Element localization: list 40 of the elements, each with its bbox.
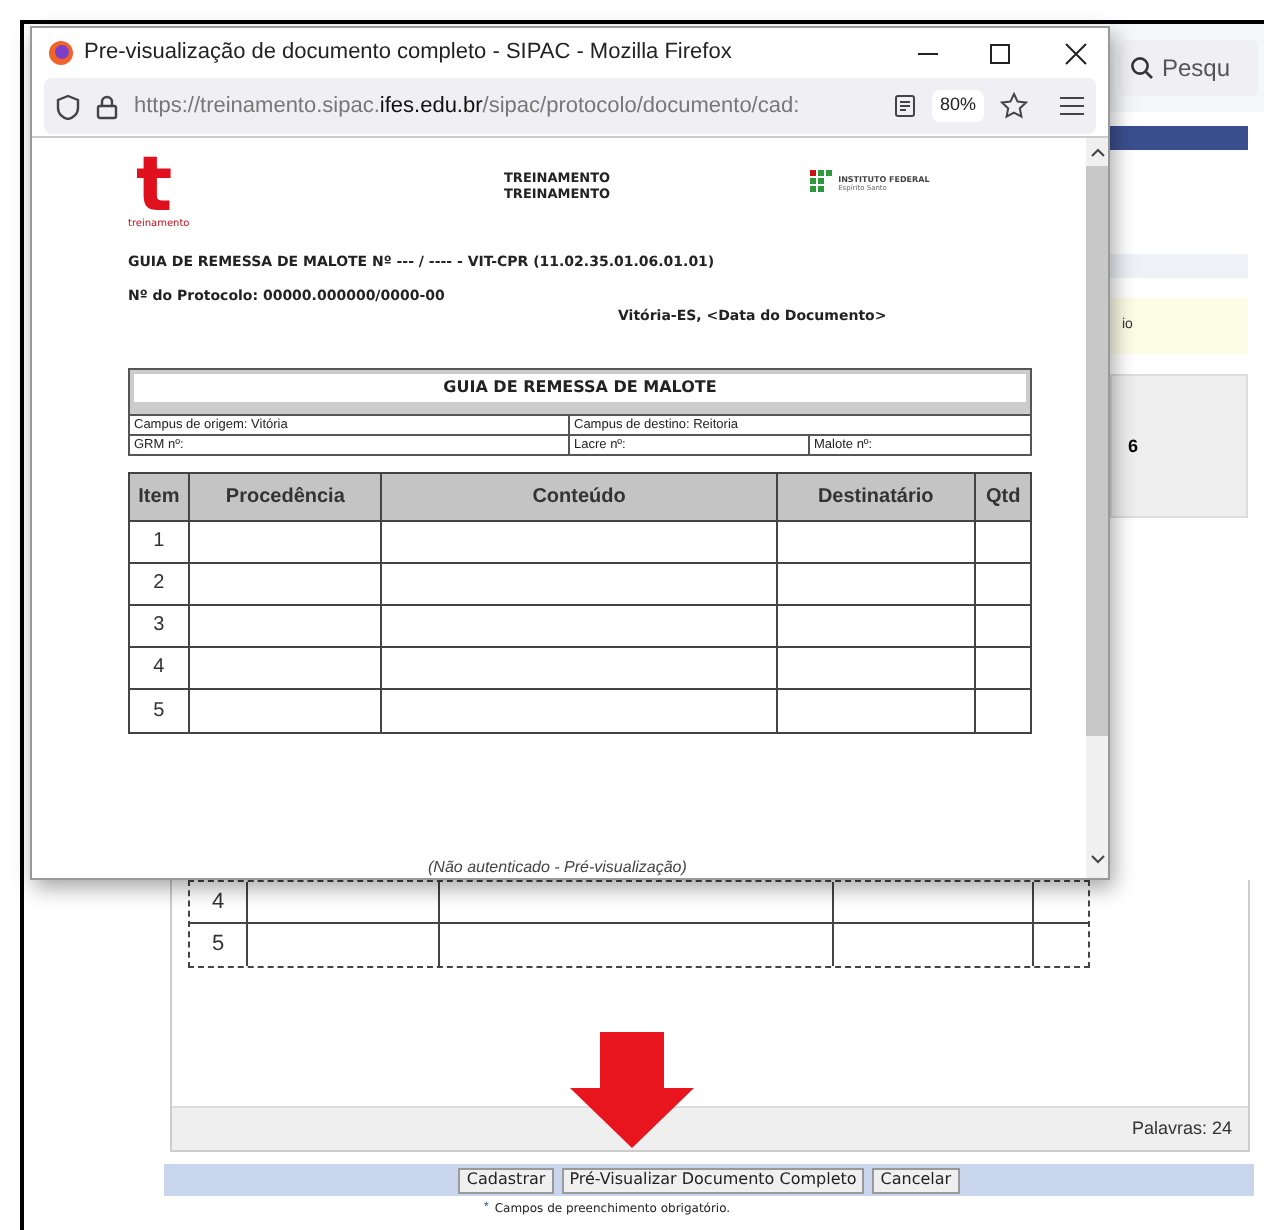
table-cell: 5 [190,924,248,966]
form-button[interactable]: Pré-Visualizar Documento Completo [561,1167,865,1193]
column-header: Destinatário [777,473,977,519]
table-cell: 1 [130,521,190,561]
lock-icon[interactable] [96,93,118,119]
institute-logo-icon [810,170,835,194]
column-header: Item [130,473,190,519]
scroll-down-icon[interactable] [1089,854,1105,866]
column-header: Procedência [189,473,383,519]
table-cell: 5 [130,689,190,731]
scroll-up-icon[interactable] [1089,146,1105,158]
logo-letter: t [136,150,173,218]
menu-icon[interactable] [1060,96,1084,116]
table-cell: 4 [130,647,190,687]
table-cell: 2 [130,563,190,603]
form-box-title: GUIA DE REMESSA DE MALOTE [443,375,717,399]
word-count: Palavras: 24 [1131,1115,1232,1142]
maximize-icon[interactable] [988,41,1012,65]
reader-view-icon[interactable] [893,94,916,118]
zoom-level[interactable]: 80% [931,90,984,122]
form-button[interactable]: Cadastrar [458,1167,554,1193]
close-icon[interactable] [1064,41,1088,65]
column-header: Conteúdo [382,473,778,519]
browser-logo-icon [48,40,74,66]
url-text[interactable]: https://treinamento.sipac.ifes.edu.br/sipac/protocolo/documento/cad: [134,89,800,123]
header-bar [1110,126,1248,150]
search-field[interactable]: Pesqu [1118,40,1258,96]
search-placeholder: Pesqu [1162,52,1231,86]
star-icon[interactable] [1000,92,1028,120]
info-text: 6 [1128,436,1139,456]
preview-footer: (Não autenticado - Pré-visualização) [428,858,1046,876]
down-arrow-icon [570,1032,694,1148]
column-header: Qtd [983,483,1023,511]
table-cell: 4 [190,882,248,922]
shield-icon[interactable] [56,93,80,119]
section-band [1110,254,1248,278]
table-cell: 3 [130,605,190,645]
form-button[interactable]: Cancelar [872,1167,960,1193]
search-icon [1130,56,1154,80]
window-title: Pre-visualização de documento completo - SIPAC - Mozilla Firefox [84,38,732,69]
